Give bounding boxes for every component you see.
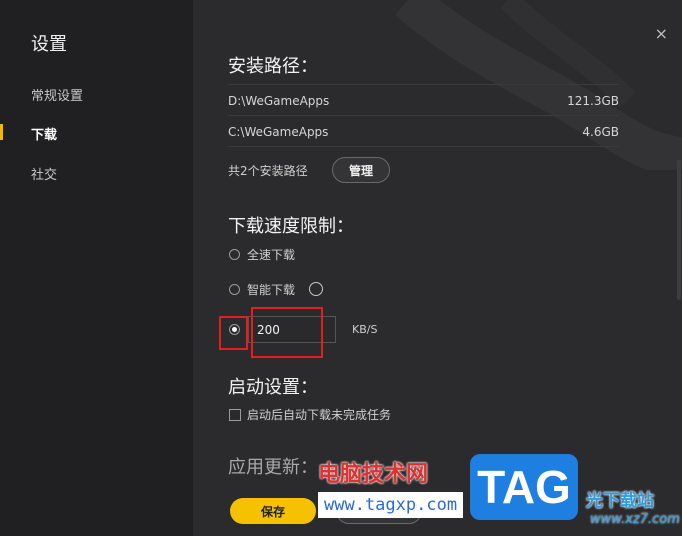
speed-unit-label: KB/S [352,323,378,336]
watermark: 电脑技术网 www.tagxp.com TAG 光下载站 www.xz7.com [318,450,682,536]
install-path-row: D:\WeGameApps 121.3GB [228,84,619,115]
watermark-logo: TAG [470,454,578,520]
install-path: C:\WeGameApps [228,125,329,139]
install-path-row: C:\WeGameApps 4.6GB [228,115,619,147]
speed-limit-heading: 下载速度限制： [228,216,354,237]
annotation-box-radio [219,316,248,350]
help-icon[interactable] [309,282,323,296]
settings-title: 设置 [31,34,67,55]
install-size: 121.3GB [567,94,619,108]
full-speed-label[interactable]: 全速下载 [247,246,295,263]
install-path-heading: 安装路径： [228,56,318,77]
smart-download-label[interactable]: 智能下载 [247,281,295,298]
watermark-side-text: 光下载站 [586,491,654,511]
nav-item-social[interactable]: 社交 [31,164,57,183]
manage-button[interactable]: 管理 [332,157,390,183]
install-size: 4.6GB [582,125,619,139]
annotation-box-input [251,307,323,358]
sidebar: 设置 常规设置 下载 社交 [0,0,193,536]
nav-item-download[interactable]: 下载 [31,124,57,143]
auto-resume-label[interactable]: 启动后自动下载未完成任务 [247,406,391,423]
watermark-side-url: www.xz7.com [590,512,680,527]
watermark-text: 电脑技术网 [318,462,429,487]
watermark-url: www.tagxp.com [318,492,464,518]
close-icon[interactable]: × [655,24,668,43]
active-indicator [0,124,3,140]
nav-item-general[interactable]: 常规设置 [31,85,83,104]
smart-download-radio[interactable] [229,284,240,295]
app-update-heading: 应用更新： [228,457,318,478]
install-path: D:\WeGameApps [228,94,330,108]
scrollbar-thumb[interactable] [677,160,681,300]
scrollbar[interactable] [676,40,682,500]
startup-heading: 启动设置： [228,377,318,398]
full-speed-radio[interactable] [229,249,240,260]
install-path-count: 共2个安装路径 [228,164,308,178]
auto-resume-checkbox[interactable] [229,409,241,421]
save-button[interactable]: 保存 [230,498,316,524]
